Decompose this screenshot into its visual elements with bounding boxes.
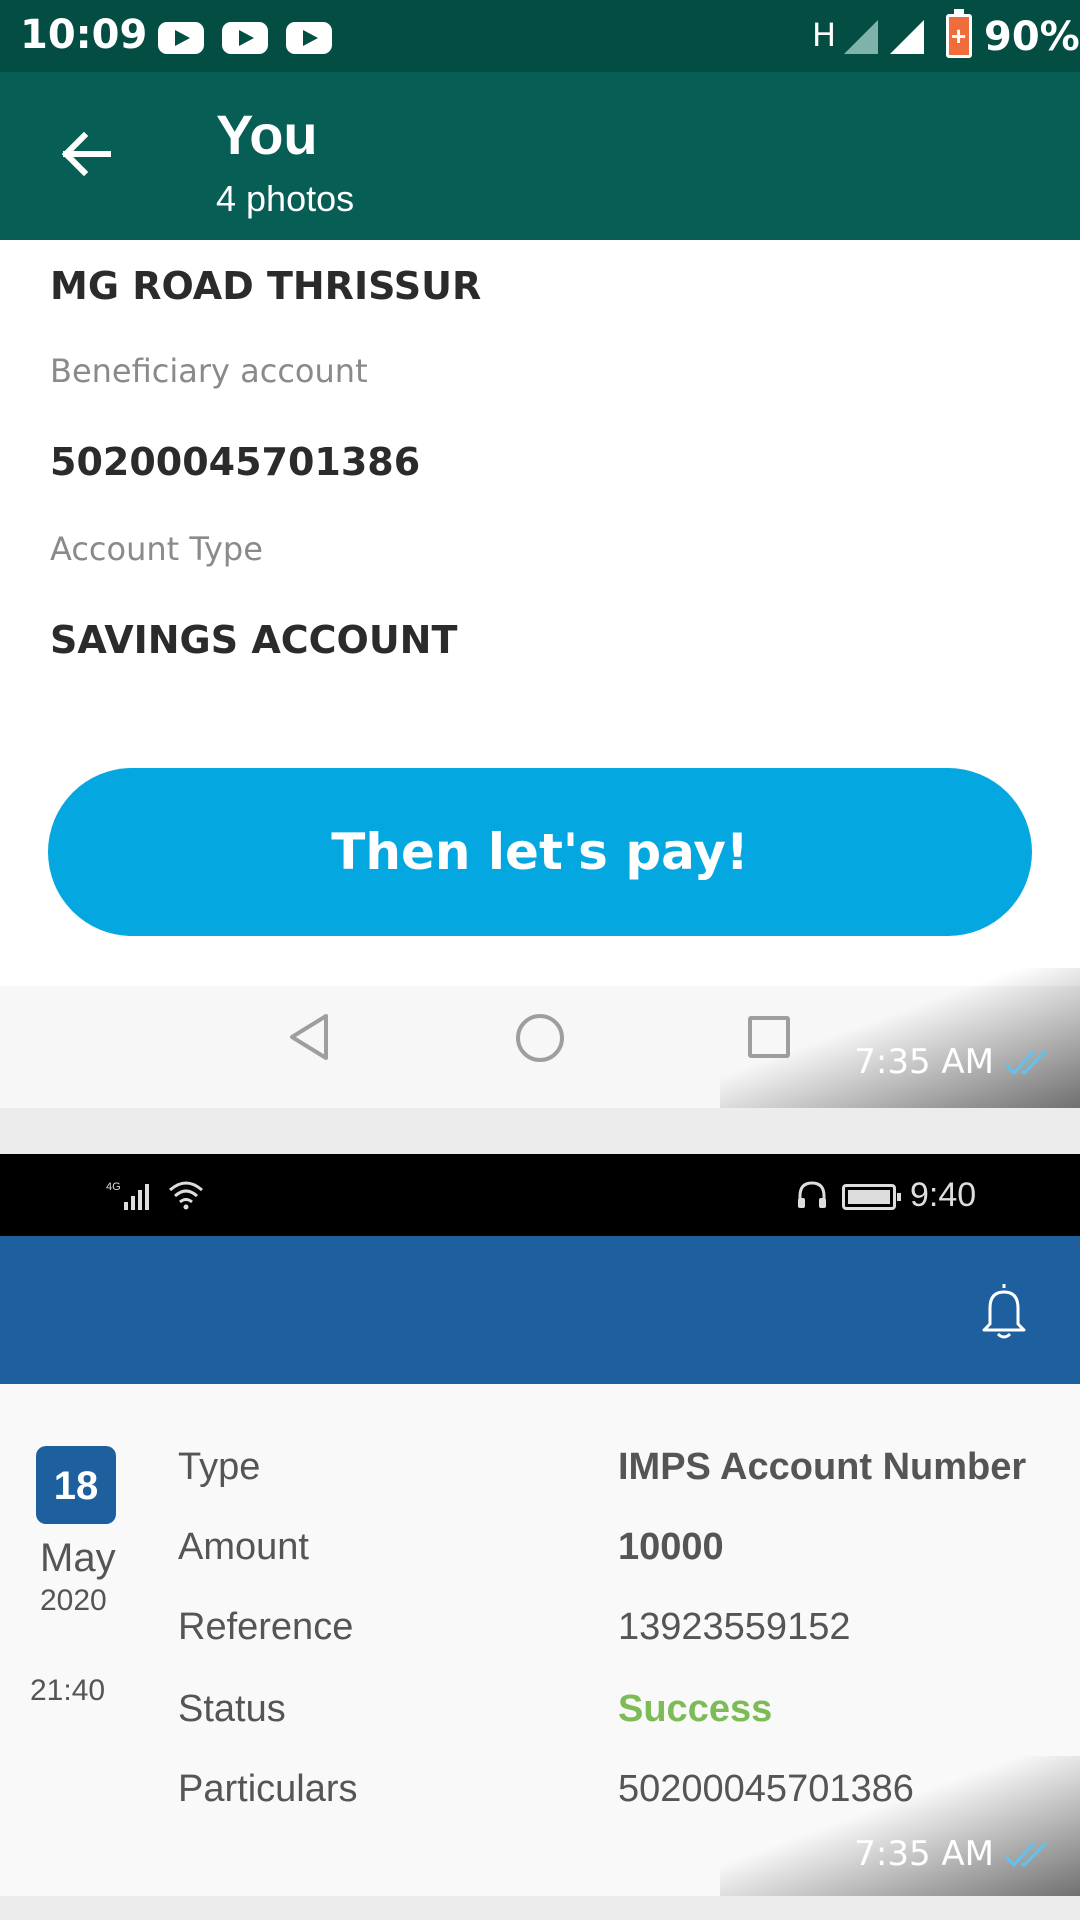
battery-icon: + <box>946 9 972 58</box>
account-type-label: Account Type <box>50 530 263 568</box>
pay-button: Then let's pay! <box>48 768 1032 936</box>
photo-transaction-details[interactable]: 4G 9:40 18 May 2020 21:40 Type IMPS Acco… <box>0 1154 1080 1896</box>
signal-icon <box>890 20 924 54</box>
bank-header <box>0 1236 1080 1384</box>
row-label-amount: Amount <box>178 1526 309 1568</box>
timestamp-shade <box>720 968 1080 1108</box>
row-label-status: Status <box>178 1688 286 1730</box>
status-time: 10:09 <box>20 12 148 58</box>
battery-icon <box>842 1184 901 1210</box>
row-value-status: Success <box>618 1688 773 1730</box>
nav-back-icon <box>290 1014 328 1060</box>
back-arrow-icon[interactable] <box>56 124 116 184</box>
date-month: May <box>40 1536 116 1580</box>
read-ticks-icon <box>1004 1841 1048 1868</box>
date-day: 18 <box>36 1446 116 1524</box>
read-ticks-icon <box>1004 1049 1048 1076</box>
bell-icon <box>982 1284 1026 1339</box>
youtube-icon <box>286 22 332 54</box>
beneficiary-value: 50200045701386 <box>50 440 421 484</box>
transaction-time: 21:40 <box>30 1674 106 1707</box>
photo-status-time: 9:40 <box>910 1176 977 1214</box>
network-type: H <box>812 16 837 54</box>
signal-icon: 4G <box>106 1181 149 1210</box>
timestamp-text: 7:35 AM <box>854 1042 994 1082</box>
wifi-icon <box>169 1181 203 1210</box>
timestamp-shade <box>720 1756 1080 1896</box>
youtube-icon <box>158 22 204 54</box>
row-value-amount: 10000 <box>618 1526 724 1568</box>
message-timestamp: 7:35 AM <box>854 1834 1054 1874</box>
nav-home-icon <box>516 1014 564 1062</box>
youtube-icon <box>222 22 268 54</box>
page-subtitle: 4 photos <box>216 178 355 219</box>
battery-percent: 90% <box>984 14 1080 60</box>
photo-status-bar: 4G 9:40 <box>0 1154 1080 1236</box>
chat-header: You 4 photos <box>0 72 1080 240</box>
signal-icon <box>844 20 878 54</box>
row-value-type: IMPS Account Number <box>618 1446 1027 1488</box>
row-value-reference: 13923559152 <box>618 1606 851 1648</box>
headphones-icon <box>798 1181 826 1208</box>
row-label-type: Type <box>178 1446 261 1488</box>
beneficiary-label: Beneficiary account <box>50 352 368 390</box>
date-year: 2020 <box>40 1584 107 1617</box>
page-title[interactable]: You <box>216 102 318 167</box>
timestamp-text: 7:35 AM <box>854 1834 994 1874</box>
branch-name: MG ROAD THRISSUR <box>50 264 482 308</box>
photo-payment-confirmation[interactable]: MG ROAD THRISSUR Beneficiary account 502… <box>0 240 1080 1108</box>
row-label-particulars: Particulars <box>178 1768 358 1810</box>
svg-text:4G: 4G <box>106 1181 121 1193</box>
account-type-value: SAVINGS ACCOUNT <box>50 618 458 662</box>
message-timestamp: 7:35 AM <box>854 1042 1054 1082</box>
status-bar: 10:09 H + 90% <box>0 0 1080 72</box>
row-label-reference: Reference <box>178 1606 354 1648</box>
